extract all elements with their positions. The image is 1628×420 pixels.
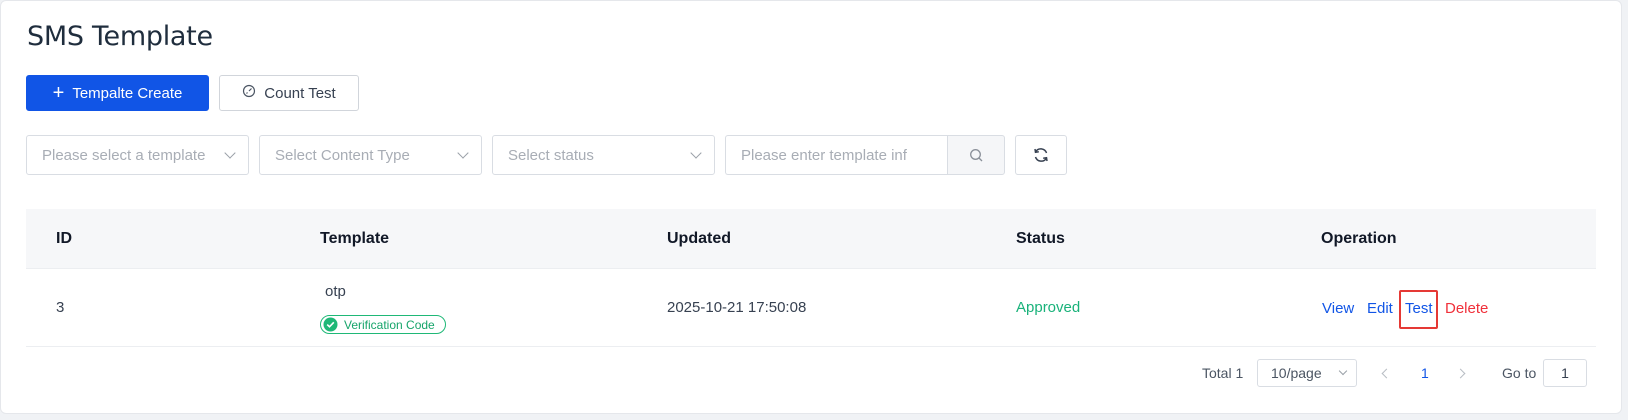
- table-header: ID Template Updated Status Operation: [26, 209, 1596, 269]
- test-highlight-box: [1399, 290, 1438, 329]
- next-page-button[interactable]: [1455, 359, 1466, 387]
- template-select[interactable]: Please select a template: [26, 135, 249, 175]
- view-link[interactable]: View: [1322, 300, 1354, 317]
- column-header-updated: Updated: [667, 229, 731, 247]
- chevron-right-icon: [1455, 368, 1466, 378]
- column-header-template: Template: [320, 229, 390, 247]
- search-button[interactable]: [947, 135, 1005, 175]
- chevron-down-icon: [224, 147, 236, 159]
- search-input[interactable]: Please enter template inf: [725, 135, 947, 175]
- refresh-icon: [1034, 148, 1048, 162]
- search-icon: [969, 148, 982, 161]
- plus-icon: +: [52, 82, 65, 104]
- column-header-status: Status: [1016, 229, 1065, 247]
- status-select-placeholder: Select status: [508, 146, 594, 164]
- goto-page-input[interactable]: 1: [1543, 359, 1587, 387]
- prev-page-button[interactable]: [1381, 359, 1392, 387]
- badge-label: Verification Code: [344, 317, 435, 332]
- page-number-current[interactable]: 1: [1421, 359, 1429, 387]
- goto-label: Go to: [1502, 365, 1537, 381]
- edit-link[interactable]: Edit: [1367, 300, 1393, 317]
- count-test-label: Count Test: [264, 84, 336, 102]
- row-status: Approved: [1016, 299, 1081, 316]
- table-row: [26, 269, 1596, 347]
- template-select-placeholder: Please select a template: [42, 146, 206, 164]
- chevron-down-icon: [690, 147, 702, 159]
- refresh-button[interactable]: [1015, 135, 1067, 175]
- column-header-id: ID: [56, 229, 72, 247]
- count-test-button[interactable]: Count Test: [219, 75, 359, 111]
- page-size-select[interactable]: 10/page: [1257, 359, 1357, 387]
- page-title: SMS Template: [27, 21, 213, 52]
- template-create-button[interactable]: + Tempalte Create: [26, 75, 209, 111]
- chevron-left-icon: [1381, 368, 1392, 378]
- search-group: Please enter template inf: [725, 135, 1005, 175]
- row-template-name: otp: [325, 283, 346, 300]
- check-circle-icon: [323, 317, 338, 332]
- gauge-icon: [242, 84, 256, 102]
- main-card: SMS Template: [0, 0, 1622, 414]
- page-size-value: 10/page: [1271, 365, 1322, 381]
- row-id: 3: [56, 299, 65, 316]
- content-type-select-placeholder: Select Content Type: [275, 146, 410, 164]
- row-updated: 2025-10-21 17:50:08: [667, 299, 807, 316]
- column-header-operation: Operation: [1321, 229, 1397, 247]
- delete-link[interactable]: Delete: [1445, 300, 1488, 317]
- verification-code-badge: Verification Code: [320, 315, 446, 334]
- status-select[interactable]: Select status: [492, 135, 715, 175]
- template-create-label: Tempalte Create: [72, 84, 183, 102]
- pagination-total: Total 1: [1202, 365, 1244, 381]
- chevron-down-icon: [1338, 366, 1348, 376]
- content-type-select[interactable]: Select Content Type: [259, 135, 482, 175]
- chevron-down-icon: [457, 147, 469, 159]
- template-table: ID Template Updated Status Operation: [26, 209, 1596, 347]
